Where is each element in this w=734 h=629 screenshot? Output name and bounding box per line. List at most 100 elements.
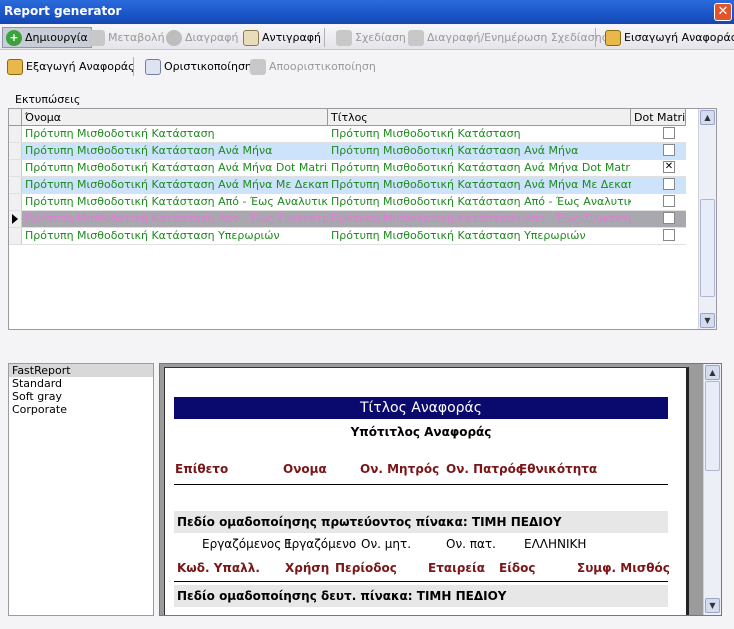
unfinalize-label: Αποοριστικοποίηση <box>269 60 376 73</box>
copy-label: Αντιγραφή <box>262 31 321 44</box>
design-button[interactable]: Σχεδίαση <box>333 27 409 48</box>
design-icon <box>336 29 352 46</box>
delete-label: Διαγραφή <box>185 31 239 44</box>
scroll-thumb[interactable] <box>700 199 715 297</box>
style-item[interactable]: FastReport <box>9 364 153 377</box>
indicator-header <box>9 109 22 126</box>
row-name: Πρότυπη Μισθοδοτική Κατάσταση Ανά Μήνα D… <box>25 161 328 174</box>
delete-update-design-label: Διαγραφή/Ενημέρωση Σχεδίασης <box>427 31 609 44</box>
master-value: Ον. μητ. <box>361 537 412 551</box>
row-name: Πρότυπη Μισθοδοτική Κατάσταση Υπερωριών <box>25 229 280 242</box>
unfinalize-icon <box>250 58 266 75</box>
edit-label: Μεταβολή <box>108 31 165 44</box>
table-row[interactable]: Πρότυπη Μισθοδοτική Κατάσταση Από - Έως … <box>9 194 686 211</box>
row-name: Πρότυπη Μισθοδοτική Κατάσταση Από - Έως … <box>25 212 328 225</box>
report-title: Τίτλος Αναφοράς <box>360 400 482 416</box>
dot-matrix-checkbox[interactable] <box>663 127 675 139</box>
scroll-down-icon[interactable]: ▼ <box>700 313 715 328</box>
report-subtitle: Υπότιτλος Αναφοράς <box>350 425 492 439</box>
detail-header: Περίοδος <box>335 561 397 575</box>
row-indicator <box>9 126 22 142</box>
column-header-title[interactable]: Τίτλος <box>328 109 631 126</box>
detail-header: Συμφ. Μισθός <box>577 561 670 575</box>
dot-matrix-checkbox[interactable] <box>663 144 675 156</box>
delete-update-design-button[interactable]: Διαγραφή/Ενημέρωση Σχεδίασης <box>405 27 611 48</box>
edit-icon <box>89 29 105 46</box>
close-button[interactable]: ✕ <box>714 3 732 21</box>
style-item[interactable]: Corporate <box>9 403 153 416</box>
detail-header: Κωδ. Υπαλλ. <box>177 561 260 575</box>
detail-header: Χρήση <box>285 561 330 575</box>
column-header-name[interactable]: Όνομα <box>22 109 328 126</box>
style-item[interactable]: Soft gray <box>9 390 153 403</box>
toolbar-separator <box>324 28 325 47</box>
preview-page: Τίτλος Αναφοράς Υπότιτλος Αναφοράς Επίθε… <box>164 367 689 615</box>
scroll-thumb[interactable] <box>705 381 720 471</box>
unfinalize-button[interactable]: Αποοριστικοποίηση <box>247 56 379 77</box>
dot-matrix-checkbox[interactable] <box>663 212 675 224</box>
create-label: Δημιουργία <box>25 31 88 44</box>
table-row[interactable]: Πρότυπη Μισθοδοτική Κατάσταση Ανά Μήνα Μ… <box>9 177 686 194</box>
row-indicator <box>9 228 22 244</box>
row-indicator <box>9 143 22 159</box>
window-title: Report generator <box>4 4 122 18</box>
row-title: Πρότυπη Μισθοδοτική Κατάσταση Από - Έως … <box>331 212 631 225</box>
design-label: Σχεδίαση <box>355 31 406 44</box>
style-list: FastReport Standard Soft gray Corporate <box>8 363 154 616</box>
style-item[interactable]: Standard <box>9 377 153 390</box>
row-indicator <box>9 211 22 227</box>
scroll-down-icon[interactable]: ▼ <box>705 598 720 613</box>
row-indicator <box>9 194 22 210</box>
row-name: Πρότυπη Μισθοδοτική Κατάσταση Ανά Μήνα Μ… <box>25 178 328 191</box>
export-icon <box>7 58 23 75</box>
detail-divider <box>174 581 668 582</box>
master-header: Ονομα <box>283 462 327 476</box>
create-button[interactable]: + Δημιουργία <box>2 27 92 48</box>
finalize-button[interactable]: Οριστικοποίηση <box>142 56 255 77</box>
export-report-label: Εξαγωγή Αναφοράς <box>26 60 135 73</box>
minus-icon <box>166 29 182 46</box>
dot-matrix-checkbox[interactable] <box>663 229 675 241</box>
table-row[interactable]: Πρότυπη Μισθοδοτική Κατάσταση Πρότυπη Μι… <box>9 126 686 143</box>
scroll-up-icon[interactable]: ▲ <box>705 365 720 380</box>
import-icon <box>605 29 621 46</box>
column-header-dot-matrix[interactable]: Dot Matrix <box>631 109 686 126</box>
toolbar-separator <box>133 57 134 76</box>
delete-button[interactable]: Διαγραφή <box>163 27 241 48</box>
edit-button[interactable]: Μεταβολή <box>86 27 168 48</box>
scroll-up-icon[interactable]: ▲ <box>700 110 715 125</box>
row-indicator <box>9 177 22 193</box>
table-row[interactable]: Πρότυπη Μισθοδοτική Κατάσταση Υπερωριών … <box>9 228 686 245</box>
row-title: Πρότυπη Μισθοδοτική Κατάσταση Από - Έως … <box>331 195 631 208</box>
row-title: Πρότυπη Μισθοδοτική Κατάσταση Ανά Μήνα <box>331 144 579 157</box>
row-title: Πρότυπη Μισθοδοτική Κατάσταση <box>331 127 521 140</box>
copy-button[interactable]: Αντιγραφή <box>240 27 324 48</box>
export-report-button[interactable]: Εξαγωγή Αναφοράς <box>4 56 138 77</box>
window-titlebar: Report generator ✕ <box>0 0 734 24</box>
master-value: ΕΛΛΗΝΙΚΗ <box>524 537 587 551</box>
import-report-button[interactable]: Εισαγωγή Αναφοράς <box>602 27 734 48</box>
main-toolbar: + Δημιουργία Μεταβολή Διαγραφή Αντιγραφή… <box>0 25 734 50</box>
preview-scrollbar[interactable]: ▲ ▼ <box>703 364 721 615</box>
copy-icon <box>243 29 259 46</box>
master-value: Εργαζόμενος 1 <box>202 537 293 551</box>
master-header: Ον. Πατρός <box>446 462 524 476</box>
master-header: Επίθετο <box>175 462 229 476</box>
grid-scrollbar[interactable]: ▲ ▼ <box>698 109 716 329</box>
table-row[interactable]: Πρότυπη Μισθοδοτική Κατάσταση Ανά Μήνα Π… <box>9 143 686 160</box>
table-row[interactable]: Πρότυπη Μισθοδοτική Κατάσταση Ανά Μήνα D… <box>9 160 686 177</box>
dot-matrix-checkbox[interactable] <box>663 195 675 207</box>
row-title: Πρότυπη Μισθοδοτική Κατάσταση Ανά Μήνα Μ… <box>331 178 631 191</box>
dot-matrix-checkbox[interactable]: ✕ <box>663 161 675 173</box>
header-divider <box>174 484 668 485</box>
toolbar-separator <box>595 28 596 47</box>
delete-design-icon <box>408 29 424 46</box>
row-name: Πρότυπη Μισθοδοτική Κατάσταση Από - Έως … <box>25 195 328 208</box>
master-value: Ον. πατ. <box>446 537 496 551</box>
dot-matrix-checkbox[interactable] <box>663 178 675 190</box>
reports-grid: Όνομα Τίτλος Dot Matrix Πρότυπη Μισθοδοτ… <box>8 108 717 330</box>
table-row-selected[interactable]: Πρότυπη Μισθοδοτική Κατάσταση Από - Έως … <box>9 211 686 228</box>
row-title: Πρότυπη Μισθοδοτική Κατάσταση Υπερωριών <box>331 229 586 242</box>
prints-label: Εκτυπώσεις <box>15 93 81 106</box>
detail-header: Εταιρεία <box>428 561 485 575</box>
